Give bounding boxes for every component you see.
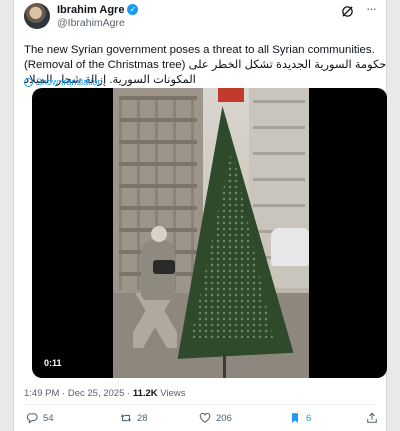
person-legs bbox=[133, 293, 177, 348]
views-count: 11.2K bbox=[132, 388, 158, 399]
repost-icon bbox=[120, 414, 132, 422]
grok-icon[interactable] bbox=[341, 5, 354, 18]
like-count: 206 bbox=[216, 412, 232, 424]
views-label: Views bbox=[160, 388, 186, 399]
avatar[interactable] bbox=[24, 3, 50, 29]
more-options-icon[interactable]: ··· bbox=[366, 2, 377, 16]
shop-sign bbox=[218, 88, 244, 102]
tweet-header: Ibrahim Agre ✓ @IbrahimAgre ··· bbox=[24, 2, 377, 32]
video-time-badge: 0:11 bbox=[40, 356, 66, 370]
author-display-name[interactable]: Ibrahim Agre bbox=[57, 4, 124, 16]
reply-button[interactable]: 54 bbox=[26, 412, 54, 424]
tweet-meta: 1:49 PM · Dec 25, 2025 · 11.2K Views bbox=[24, 388, 185, 399]
meta-separator: · bbox=[127, 388, 131, 399]
share-icon bbox=[367, 412, 377, 423]
share-button[interactable] bbox=[366, 412, 378, 424]
translate-icon bbox=[24, 77, 33, 87]
bookmark-button[interactable]: 6 bbox=[289, 412, 311, 424]
heart-icon bbox=[199, 412, 211, 423]
person-bag bbox=[153, 260, 175, 274]
bookmark-icon bbox=[292, 413, 298, 423]
tweet-line: (Removal of the Christmas tree) حكومة ال… bbox=[24, 59, 387, 71]
reply-icon bbox=[26, 413, 38, 424]
like-button[interactable]: 206 bbox=[199, 412, 232, 424]
author-block: Ibrahim Agre ✓ @IbrahimAgre bbox=[57, 3, 139, 29]
show-translation-label: Show translation bbox=[36, 77, 103, 87]
person-head bbox=[151, 226, 167, 242]
video-player[interactable]: 0:11 bbox=[32, 88, 387, 378]
meta-separator: · bbox=[62, 388, 66, 399]
reply-count: 54 bbox=[43, 412, 54, 424]
divider bbox=[24, 404, 376, 405]
repost-count: 28 bbox=[137, 412, 148, 424]
video-frame bbox=[113, 88, 309, 378]
tweet-card: Ibrahim Agre ✓ @IbrahimAgre ··· The new … bbox=[13, 0, 387, 431]
post-time[interactable]: 1:49 PM bbox=[24, 388, 59, 399]
author-handle[interactable]: @IbrahimAgre bbox=[57, 17, 138, 29]
action-bar: 54 28 206 6 bbox=[14, 412, 386, 428]
verified-badge-icon: ✓ bbox=[127, 4, 139, 15]
tree-pole bbox=[223, 353, 226, 378]
tweet-line: The new Syrian government poses a threat… bbox=[24, 44, 375, 56]
post-date[interactable]: Dec 25, 2025 bbox=[68, 388, 125, 399]
repost-button[interactable]: 28 bbox=[120, 412, 148, 424]
bookmark-count: 6 bbox=[306, 412, 312, 424]
show-translation-link[interactable]: Show translation bbox=[24, 77, 103, 87]
